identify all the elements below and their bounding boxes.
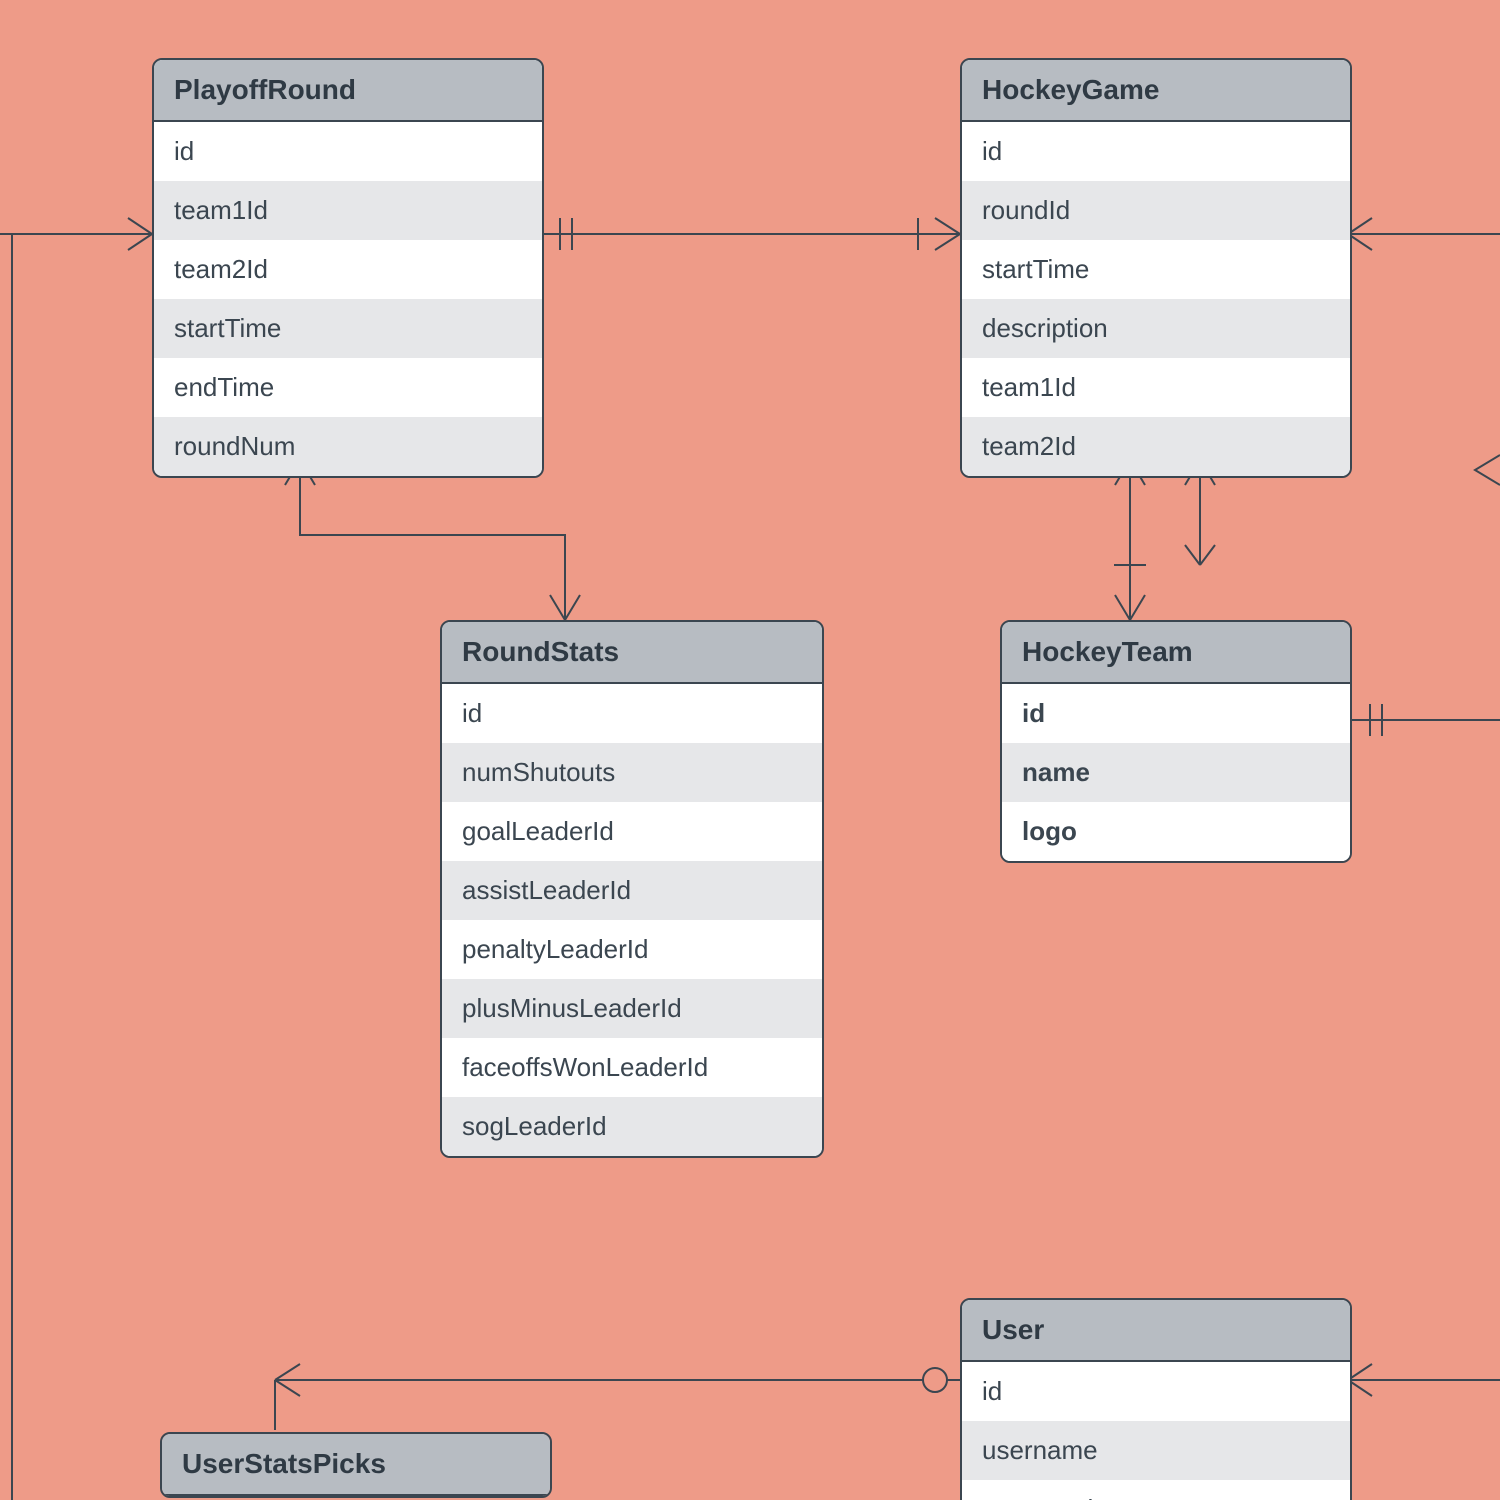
field: endTime [154, 358, 542, 417]
entity-title: HockeyTeam [1002, 622, 1350, 684]
field: name [1002, 743, 1350, 802]
field: team1Id [962, 358, 1350, 417]
entity-user-stats-picks[interactable]: UserStatsPicks [160, 1432, 552, 1498]
field: goalLeaderId [442, 802, 822, 861]
entity-fields: id username password [962, 1362, 1350, 1500]
field: startTime [154, 299, 542, 358]
field: assistLeaderId [442, 861, 822, 920]
entity-fields: id roundId startTime description team1Id… [962, 122, 1350, 476]
field: team1Id [154, 181, 542, 240]
entity-title: RoundStats [442, 622, 822, 684]
entity-fields: id team1Id team2Id startTime endTime rou… [154, 122, 542, 476]
er-diagram: { "entities": { "playoffRound": { "title… [0, 0, 1500, 1500]
field: penaltyLeaderId [442, 920, 822, 979]
entity-title: HockeyGame [962, 60, 1350, 122]
entity-round-stats[interactable]: RoundStats id numShutouts goalLeaderId a… [440, 620, 824, 1158]
entity-user[interactable]: User id username password [960, 1298, 1352, 1500]
field: username [962, 1421, 1350, 1480]
field: id [154, 122, 542, 181]
entity-hockey-game[interactable]: HockeyGame id roundId startTime descript… [960, 58, 1352, 478]
field: roundNum [154, 417, 542, 476]
field: password [962, 1480, 1350, 1500]
field: id [442, 684, 822, 743]
entity-fields: id numShutouts goalLeaderId assistLeader… [442, 684, 822, 1156]
entity-hockey-team[interactable]: HockeyTeam id name logo [1000, 620, 1352, 863]
field: id [962, 122, 1350, 181]
field: roundId [962, 181, 1350, 240]
field: startTime [962, 240, 1350, 299]
entity-title: UserStatsPicks [162, 1434, 550, 1496]
field: logo [1002, 802, 1350, 861]
field: team2Id [962, 417, 1350, 476]
entity-playoff-round[interactable]: PlayoffRound id team1Id team2Id startTim… [152, 58, 544, 478]
field: description [962, 299, 1350, 358]
field: numShutouts [442, 743, 822, 802]
field: id [1002, 684, 1350, 743]
entity-title: User [962, 1300, 1350, 1362]
field: plusMinusLeaderId [442, 979, 822, 1038]
field: sogLeaderId [442, 1097, 822, 1156]
field: faceoffsWonLeaderId [442, 1038, 822, 1097]
entity-fields: id name logo [1002, 684, 1350, 861]
entity-title: PlayoffRound [154, 60, 542, 122]
field: id [962, 1362, 1350, 1421]
field: team2Id [154, 240, 542, 299]
